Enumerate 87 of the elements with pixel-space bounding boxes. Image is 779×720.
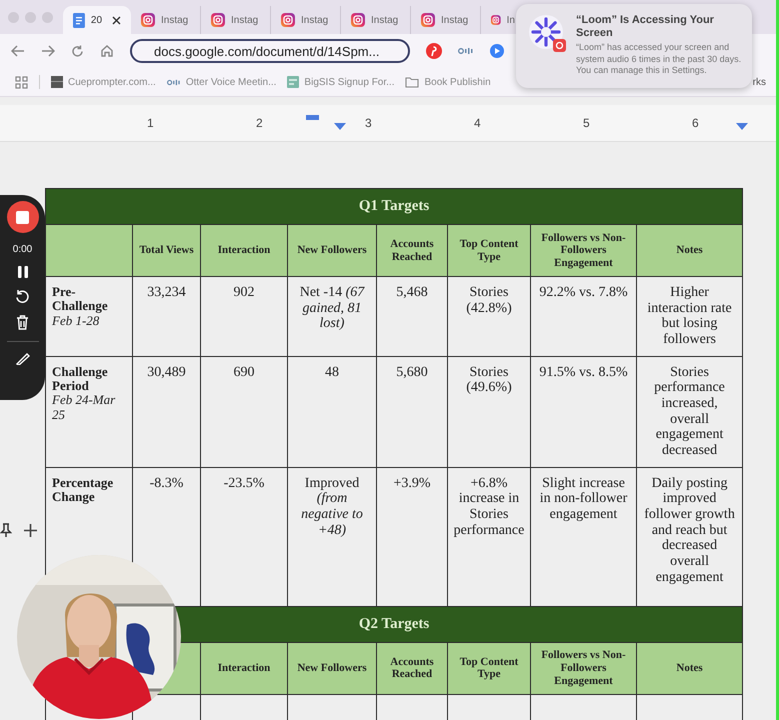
table-cell: Net -14 (67 gained, 81 lost): [288, 276, 376, 356]
reload-icon[interactable]: [71, 44, 84, 58]
column-header: Interaction: [200, 642, 288, 694]
column-header: Total Views: [132, 224, 200, 276]
column-header: New Followers: [288, 642, 376, 694]
otter-icon[interactable]: [458, 47, 474, 55]
table-title: Q1 Targets: [46, 188, 743, 224]
bookmark[interactable]: rks: [752, 76, 776, 88]
camera-icon: [351, 13, 365, 27]
bookmark[interactable]: Otter Voice Meetin...: [166, 76, 276, 88]
table-cell: 30,489: [132, 356, 200, 468]
sheet-icon: [287, 76, 300, 88]
camera-icon: [281, 13, 295, 27]
table-cell: Stories (42.8%): [448, 276, 530, 356]
table-cell: 902: [200, 276, 288, 356]
ruler-number: 5: [583, 116, 590, 130]
table-cell: 48: [288, 356, 376, 468]
column-header: Accounts Reached: [376, 642, 448, 694]
indent-marker[interactable]: [306, 115, 319, 120]
camera-icon: [421, 13, 435, 27]
bookmark[interactable]: Book Publishin: [405, 76, 491, 88]
indent-marker[interactable]: [736, 123, 748, 130]
pause-icon[interactable]: [18, 266, 28, 278]
back-icon[interactable]: [11, 45, 25, 57]
folder-icon: [405, 76, 420, 88]
notification-title: “Loom” Is Accessing Your Screen: [576, 14, 715, 40]
row-label: Pre-Challenge: [52, 285, 109, 314]
table-cell: Stories (49.6%): [448, 356, 530, 468]
table-cell: 92.2% vs. 7.8%: [530, 276, 636, 356]
ruler-number: 3: [365, 116, 372, 130]
camera-icon: [141, 13, 155, 27]
table-cell: -23.5%: [200, 467, 288, 606]
table-cell: Stories performance increased, overall engagement decreased: [636, 356, 743, 468]
column-header: Top Content Type: [448, 642, 530, 694]
address-bar[interactable]: docs.google.com/document/d/14Spm...: [130, 39, 410, 63]
column-header: Top Content Type: [448, 224, 530, 276]
table-cell: 690: [200, 356, 288, 468]
bookmark[interactable]: Cueprompter.com...: [51, 76, 156, 88]
column-header: Followers vs Non-Followers Engagement: [530, 642, 636, 694]
ruler-number: 1: [147, 116, 154, 130]
recording-time: 0:00: [12, 244, 32, 255]
column-header: Notes: [636, 642, 743, 694]
table-cell: 5,680: [376, 356, 448, 468]
apps-grid-icon[interactable]: [15, 76, 28, 88]
page-icon: [51, 76, 63, 88]
camera-icon: [211, 13, 225, 27]
column-header: Accounts Reached: [376, 224, 448, 276]
browser-tab[interactable]: 20: [63, 6, 131, 34]
table-cell: Improved (from negative to +48): [288, 467, 376, 606]
ruler-number: 2: [256, 116, 263, 130]
pen-icon[interactable]: [16, 353, 30, 365]
forward-icon[interactable]: [41, 45, 55, 57]
table-cell: Higher interaction rate but losing followers: [636, 276, 743, 356]
table-cell: Daily posting improved follower growth and reach but decreased overall engagement: [636, 467, 743, 606]
table-cell: 33,234: [132, 276, 200, 356]
pin-logo-icon[interactable]: [426, 43, 442, 59]
extension-icon[interactable]: [490, 44, 504, 58]
table-cell: 91.5% vs. 8.5%: [530, 356, 636, 468]
ruler-number: 4: [474, 116, 481, 130]
browser-tab[interactable]: In: [483, 6, 523, 34]
close-icon[interactable]: [112, 16, 121, 24]
plus-icon[interactable]: [24, 524, 37, 537]
table-cell: +3.9%: [376, 467, 448, 606]
home-icon[interactable]: [100, 44, 114, 58]
column-header: Followers vs Non-Followers Engagement: [530, 224, 636, 276]
column-header: New Followers: [288, 224, 376, 276]
pin-icon[interactable]: [0, 523, 12, 538]
otter-icon: [166, 78, 181, 86]
table-cell: +6.8% increase in Stories performance: [448, 467, 530, 606]
document-icon: [73, 12, 85, 28]
camera-icon: [491, 13, 501, 27]
indent-marker[interactable]: [334, 123, 346, 130]
table-cell: Slight increase in non-follower engagement: [530, 467, 636, 606]
row-label: Percentage Change: [52, 476, 114, 504]
column-header: Notes: [636, 224, 743, 276]
row-dates: Feb 1-28: [52, 314, 100, 328]
ruler-number: 6: [692, 116, 699, 130]
row-label: Challenge Period: [52, 364, 109, 394]
table-cell: 5,468: [376, 276, 448, 356]
stop-button[interactable]: [6, 201, 38, 233]
burst-icon: [528, 14, 568, 54]
trash-icon[interactable]: [16, 315, 29, 330]
notification-text: “Loom” has accessed your screen and system audio 6 times in the past 30 days. You can manage this in Settings.: [576, 42, 742, 76]
row-dates: Feb 24-Mar 25: [52, 393, 116, 422]
column-header: Interaction: [200, 224, 288, 276]
bookmark[interactable]: BigSIS Signup For...: [287, 76, 394, 88]
restart-icon[interactable]: [15, 289, 30, 304]
